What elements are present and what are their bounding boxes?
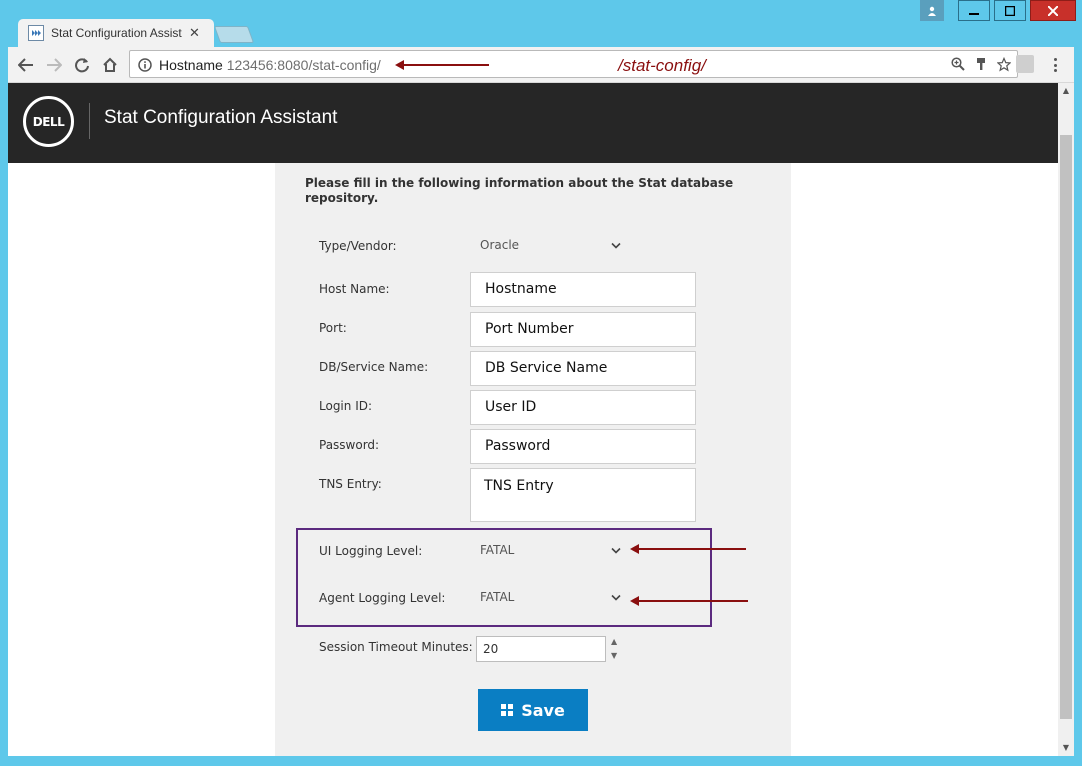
db-service-name-label: DB/Service Name: — [319, 360, 429, 374]
session-timeout-spinner[interactable]: ▲ ▼ — [611, 637, 621, 661]
scroll-down-icon[interactable]: ▼ — [1061, 743, 1071, 753]
window-controls — [920, 0, 1076, 21]
host-name-input[interactable]: Hostname — [470, 272, 696, 307]
window-frame: Stat Configuration Assist ✕ Hostname 123… — [0, 0, 1082, 766]
url-port-path: 123456:8080/stat-config/ — [222, 57, 381, 73]
port-label: Port: — [319, 321, 347, 335]
login-id-input[interactable]: User ID — [470, 390, 696, 425]
annotation-arrow-ui-logging — [630, 544, 746, 554]
spinner-down-icon[interactable]: ▼ — [611, 651, 621, 661]
tab-title: Stat Configuration Assist — [51, 26, 182, 40]
session-timeout-label: Session Timeout Minutes: — [319, 640, 473, 654]
omnibox-icons — [951, 56, 1011, 72]
minimize-button[interactable] — [958, 0, 990, 21]
browser-tab[interactable]: Stat Configuration Assist ✕ — [18, 19, 214, 47]
reload-icon[interactable] — [73, 56, 91, 74]
dell-logo: DELL — [23, 96, 74, 147]
type-vendor-label: Type/Vendor: — [319, 239, 397, 253]
forward-icon[interactable] — [45, 56, 63, 74]
tns-entry-textarea[interactable]: TNS Entry — [470, 468, 696, 522]
scroll-thumb[interactable] — [1060, 135, 1072, 719]
url-text: Hostname 123456:8080/stat-config/ — [159, 57, 381, 73]
save-button[interactable]: Save — [478, 689, 588, 731]
host-name-label: Host Name: — [319, 282, 390, 296]
back-icon[interactable] — [17, 56, 35, 74]
pdf-extension-icon[interactable] — [1016, 55, 1034, 73]
address-bar[interactable]: Hostname 123456:8080/stat-config/ /stat-… — [129, 50, 1018, 78]
url-host: Hostname — [159, 57, 223, 73]
windows-icon — [501, 704, 514, 716]
chevron-down-icon[interactable] — [611, 242, 621, 250]
chevron-down-icon[interactable] — [611, 547, 621, 555]
info-icon[interactable] — [138, 57, 152, 76]
password-input[interactable]: Password — [470, 429, 696, 464]
window-bottom-edge — [0, 756, 1082, 766]
tns-entry-label: TNS Entry: — [319, 477, 382, 491]
bookmark-star-icon[interactable] — [997, 56, 1011, 72]
agent-logging-level-label: Agent Logging Level: — [319, 591, 446, 605]
ui-logging-level-label: UI Logging Level: — [319, 544, 423, 558]
chevron-down-icon[interactable] — [611, 594, 621, 602]
zoom-icon[interactable] — [951, 56, 965, 72]
app-header: DELL Stat Configuration Assistant — [8, 83, 1058, 163]
spinner-up-icon[interactable]: ▲ — [611, 637, 621, 647]
ui-logging-level-select[interactable]: FATAL — [480, 543, 514, 557]
session-timeout-input[interactable]: 20 — [476, 636, 606, 662]
page-viewport: DELL Stat Configuration Assistant Please… — [8, 83, 1058, 756]
annotation-arrow-url — [395, 60, 489, 70]
browser-menu-icon[interactable] — [1052, 56, 1058, 74]
page-scrollbar[interactable]: ▲ ▼ — [1058, 83, 1074, 756]
tab-close-icon[interactable]: ✕ — [189, 26, 200, 41]
annotation-arrow-agent-logging — [630, 596, 748, 606]
browser-toolbar: Hostname 123456:8080/stat-config/ /stat-… — [8, 47, 1074, 83]
new-tab-button[interactable] — [213, 26, 255, 43]
form-intro: Please fill in the following information… — [305, 176, 734, 205]
config-form: Please fill in the following information… — [275, 163, 791, 756]
password-label: Password: — [319, 438, 380, 452]
app-title: Stat Configuration Assistant — [104, 107, 338, 128]
save-button-label: Save — [521, 700, 565, 720]
agent-logging-level-select[interactable]: FATAL — [480, 590, 514, 604]
port-input[interactable]: Port Number — [470, 312, 696, 347]
home-icon[interactable] — [101, 56, 119, 74]
login-id-label: Login ID: — [319, 399, 373, 413]
close-window-button[interactable] — [1030, 0, 1076, 21]
scroll-up-icon[interactable]: ▲ — [1061, 86, 1071, 96]
favicon-icon — [28, 25, 44, 41]
key-icon[interactable] — [974, 56, 988, 72]
maximize-button[interactable] — [994, 0, 1026, 21]
user-icon[interactable] — [920, 0, 944, 21]
annotation-url-text: /stat-config/ — [618, 56, 706, 75]
type-vendor-select[interactable]: Oracle — [480, 238, 519, 252]
header-divider — [89, 103, 90, 139]
db-service-name-input[interactable]: DB Service Name — [470, 351, 696, 386]
